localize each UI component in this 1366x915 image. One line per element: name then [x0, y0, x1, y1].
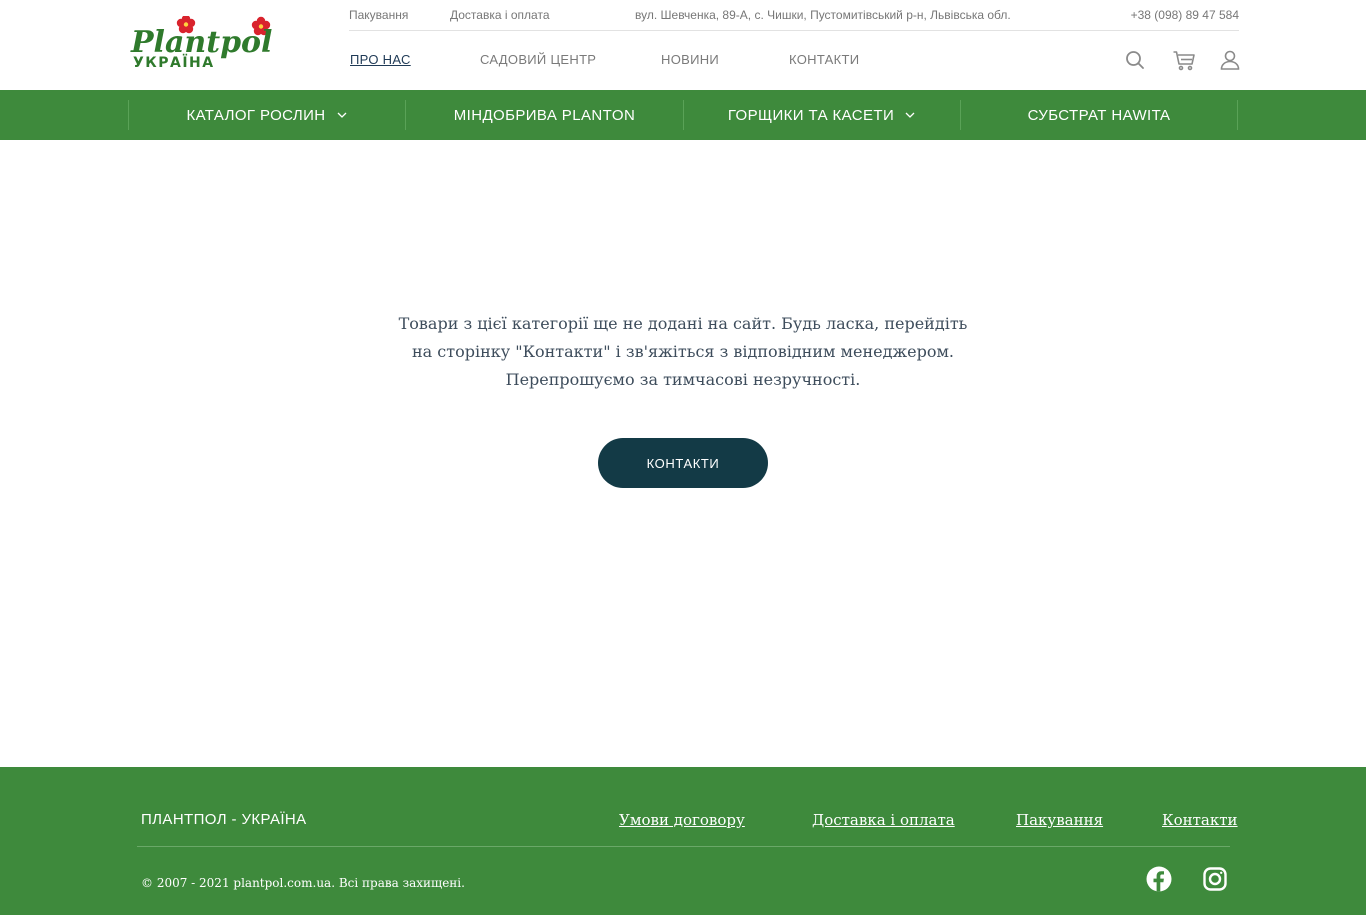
category-substrate-hawita[interactable]: СУБСТРАТ HAWITA [960, 100, 1238, 130]
footer-brand: ПЛАНТПОЛ - УКРАЇНА [141, 811, 307, 828]
site-footer: ПЛАНТПОЛ - УКРАЇНА Умови договору Достав… [0, 767, 1366, 915]
category-label: МІНДОБРИВА PLANTON [453, 106, 636, 124]
phone-link[interactable]: +38 (098) 89 47 584 [1131, 8, 1239, 22]
category-label: КАТАЛОГ РОСЛИН [186, 106, 326, 124]
instagram-icon [1203, 867, 1227, 891]
category-fertilizers-planton[interactable]: МІНДОБРИВА PLANTON [405, 100, 683, 130]
footer-divider [137, 846, 1230, 847]
nav-news[interactable]: НОВИНИ [661, 52, 719, 67]
topbar-delivery-link[interactable]: Доставка і оплата [450, 8, 550, 22]
nav-contacts[interactable]: КОНТАКТИ [789, 52, 859, 67]
cart-button[interactable] [1172, 48, 1196, 72]
user-icon [1220, 50, 1240, 70]
search-icon [1126, 51, 1144, 69]
logo-country-text: УКРАЇНА [133, 54, 215, 70]
copyright-text: © 2007 - 2021 plantpol.com.ua. Всі права… [141, 876, 465, 890]
category-label: СУБСТРАТ HAWITA [1027, 106, 1171, 124]
cart-icon [1173, 51, 1195, 71]
site-logo[interactable]: Plantpol УКРАЇНА [129, 16, 287, 70]
empty-category-message: Товари з цієї категорії ще не додані на … [383, 310, 983, 394]
message-line: Товари з цієї категорії ще не додані на … [398, 314, 968, 333]
footer-delivery-link[interactable]: Доставка і оплата [812, 811, 955, 829]
topbar-packaging-link[interactable]: Пакування [349, 8, 408, 22]
category-label: ГОРЩИКИ ТА КАСЕТИ [727, 106, 895, 124]
chevron-down-icon [336, 109, 348, 121]
instagram-link[interactable] [1202, 866, 1228, 892]
category-plants-catalog[interactable]: КАТАЛОГ РОСЛИН [128, 100, 405, 130]
chevron-down-icon [904, 109, 916, 121]
account-button[interactable] [1218, 48, 1242, 72]
nav-about[interactable]: ПРО НАС [350, 52, 411, 67]
message-line: Перепрошуємо за тимчасові незручності. [505, 370, 861, 389]
footer-terms-link[interactable]: Умови договору [619, 811, 745, 829]
contacts-button[interactable]: КОНТАКТИ [598, 438, 768, 488]
nav-garden-center[interactable]: САДОВИЙ ЦЕНТР [480, 52, 596, 67]
search-button[interactable] [1123, 48, 1147, 72]
flower-logo-icon: Plantpol УКРАЇНА [130, 16, 272, 70]
message-line: на сторінку "Контакти" і зв'яжіться з ві… [411, 342, 955, 361]
category-pots-and-trays[interactable]: ГОРЩИКИ ТА КАСЕТИ [683, 100, 960, 130]
footer-contacts-link[interactable]: Контакти [1162, 811, 1238, 829]
site-header: Plantpol УКРАЇНА Пакування Доставка і оп… [0, 0, 1366, 90]
facebook-icon [1146, 866, 1172, 892]
top-info-bar: Пакування Доставка і оплата вул. Шевченк… [349, 0, 1239, 31]
category-bar: КАТАЛОГ РОСЛИН МІНДОБРИВА PLANTON ГОРЩИК… [0, 90, 1366, 140]
facebook-link[interactable] [1146, 866, 1172, 892]
footer-packaging-link[interactable]: Пакування [1016, 811, 1103, 829]
store-address: вул. Шевченка, 89-А, с. Чишки, Пустомиті… [635, 8, 1011, 22]
